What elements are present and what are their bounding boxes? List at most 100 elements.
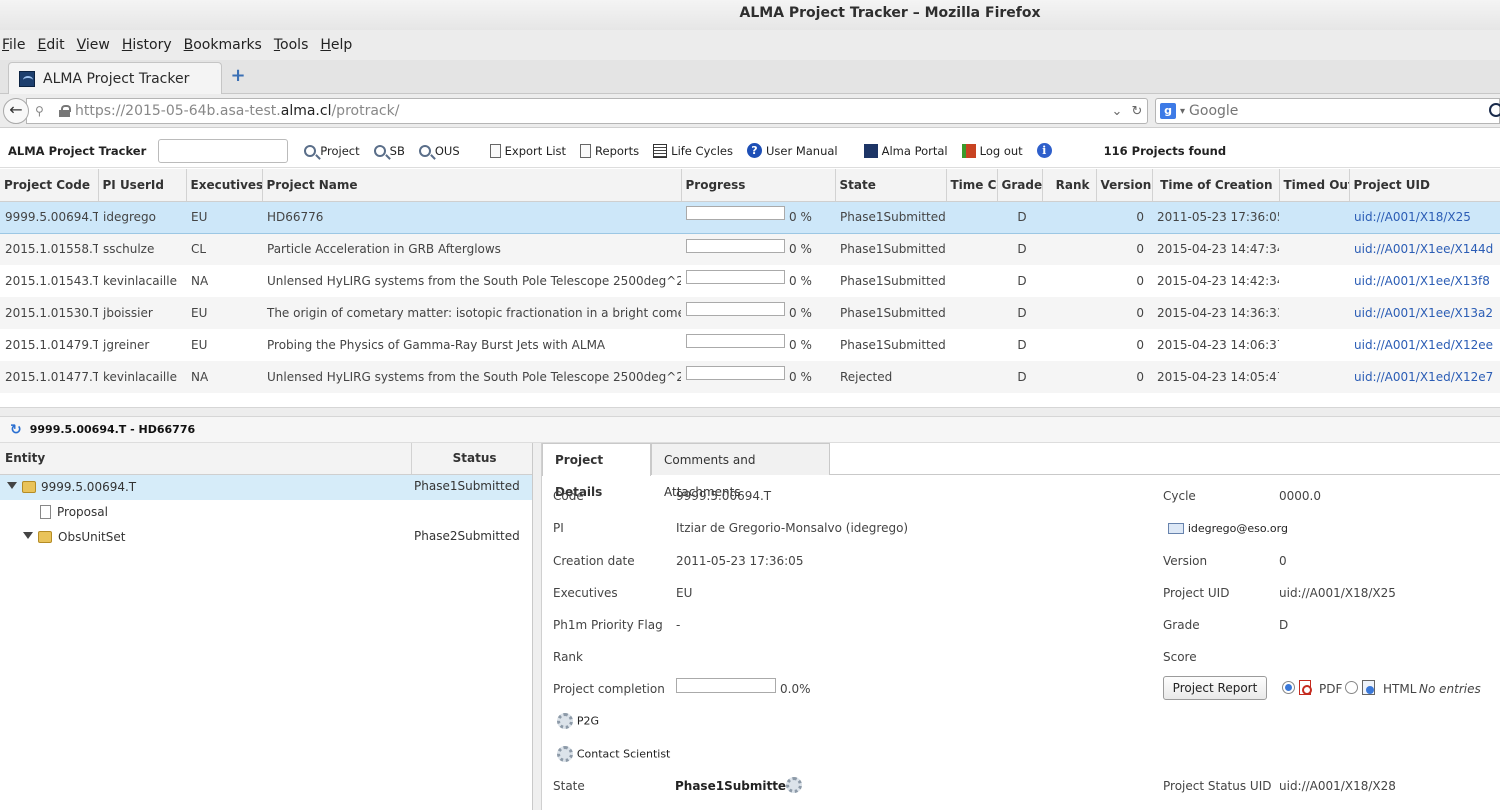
cell-project-uid[interactable]: uid://A001/X1ed/X12ee — [1349, 329, 1500, 361]
progress-bar — [686, 270, 785, 285]
project-details-panel: Project Details Comments and Attachments… — [541, 443, 1500, 810]
col-project-uid[interactable]: Project UID — [1349, 169, 1500, 202]
cell-progress: 0 % — [681, 265, 835, 297]
html-icon — [1362, 680, 1375, 695]
pdf-radio[interactable] — [1282, 681, 1295, 694]
cell-pi-userid: idegrego — [98, 201, 186, 234]
new-tab-plus-icon[interactable]: + — [228, 66, 248, 86]
quick-search-input[interactable] — [158, 138, 289, 163]
table-row[interactable]: 2015.1.01543.T kevinlacaille NA Unlensed Hy… — [0, 265, 1500, 297]
ph1m-priority-value: - — [676, 618, 681, 632]
col-executives[interactable]: Executives — [186, 169, 263, 202]
alma-portal-button[interactable]: Alma Portal — [863, 143, 948, 158]
refresh-icon[interactable]: ↻ — [10, 422, 22, 438]
col-progress[interactable]: Progress — [681, 169, 836, 202]
tree-item-obsunitset[interactable]: ObsUnitSet Phase2Submitted — [0, 525, 532, 550]
progress-bar — [686, 302, 785, 317]
tree-item-project[interactable]: 9999.5.00694.T Phase1Submitted — [0, 475, 532, 500]
search-ous-button[interactable]: OUS — [418, 144, 460, 158]
export-list-button[interactable]: Export List — [489, 143, 566, 158]
search-icon — [304, 144, 317, 157]
search-icon[interactable] — [1489, 103, 1500, 117]
reload-icon[interactable]: ↻ — [1127, 104, 1147, 119]
cell-project-uid[interactable]: uid://A001/X1ed/X12e7 — [1349, 361, 1500, 393]
col-time-of-creation[interactable]: Time of Creation — [1152, 169, 1280, 202]
cell-project-uid[interactable]: uid://A001/X1ee/X13f8 — [1349, 265, 1500, 297]
cell-project-code: 2015.1.01530.T — [0, 297, 98, 329]
cell-rank — [1042, 265, 1096, 297]
col-grade[interactable]: Grade — [997, 169, 1043, 202]
search-sb-button[interactable]: SB — [373, 144, 405, 158]
logout-button[interactable]: Log out — [961, 143, 1023, 158]
alma-favicon-icon — [19, 70, 35, 87]
progress-bar — [686, 238, 785, 253]
col-project-name[interactable]: Project Name — [262, 169, 682, 202]
life-cycles-button[interactable]: Life Cycles — [653, 143, 733, 158]
document-icon — [40, 505, 51, 519]
expand-triangle-icon[interactable] — [23, 532, 33, 539]
menu-tools[interactable]: Tools — [274, 37, 315, 53]
pi-email-link[interactable]: idegrego@eso.org — [1168, 521, 1288, 535]
tab-comments-attachments[interactable]: Comments and Attachments — [651, 443, 830, 499]
state-gear-button[interactable] — [786, 777, 802, 793]
table-row[interactable]: 9999.5.00694.T idegrego EU HD66776 0 % Phase1… — [0, 201, 1500, 234]
tab-project-details[interactable]: Project Details — [542, 443, 651, 499]
contact-scientist-link[interactable]: Contact Scientist — [557, 746, 670, 762]
horizontal-splitter[interactable] — [0, 407, 1500, 417]
menu-bookmarks[interactable]: Bookmarks — [184, 37, 268, 53]
html-radio[interactable] — [1345, 681, 1358, 694]
site-identity-icon[interactable]: ⚲ — [35, 104, 53, 118]
grade-label: Grade — [1163, 618, 1200, 632]
cell-project-uid[interactable]: uid://A001/X1ee/X13a2 — [1349, 297, 1500, 329]
url-dropdown-icon[interactable]: ⌄ — [1107, 104, 1127, 119]
url-text[interactable]: https://2015-05-64b.asa-test.alma.cl/pro… — [75, 103, 1107, 119]
expand-triangle-icon[interactable] — [7, 482, 17, 489]
col-version[interactable]: Version — [1096, 169, 1153, 202]
progress-value: 0 % — [789, 209, 812, 224]
projects-found-count: 116 Projects found — [1103, 143, 1227, 158]
table-row[interactable]: 2015.1.01558.T sschulze CL Particle Acceler… — [0, 233, 1500, 265]
cell-project-code: 2015.1.01479.T — [5, 338, 98, 352]
col-time-co[interactable]: Time Co — [946, 169, 998, 202]
table-row[interactable]: 2015.1.01530.T jboissier EU The origin of c… — [0, 297, 1500, 329]
col-project-code[interactable]: Project Code — [0, 169, 99, 202]
info-button[interactable]: i — [1036, 143, 1056, 158]
table-row[interactable]: 2015.1.01477.T kevinlacaille NA Unlensed Hy… — [0, 361, 1500, 393]
user-manual-button[interactable]: ? User Manual — [746, 143, 838, 158]
url-bar[interactable]: ⚲ https://2015-05-64b.asa-test.alma.cl/p… — [26, 98, 1148, 124]
search-project-button[interactable]: Project — [304, 144, 360, 158]
entity-tree-header: Entity Status — [0, 443, 532, 475]
col-state[interactable]: State — [835, 169, 947, 202]
col-status[interactable]: Status — [412, 443, 532, 474]
tab-title: ALMA Project Tracker — [43, 70, 190, 87]
col-timed-out[interactable]: Timed Out — [1279, 169, 1350, 202]
cell-project-uid[interactable]: uid://A001/X18/X25 — [1349, 201, 1500, 234]
table-row[interactable]: 2015.1.01479.T jgreiner EU Probing the Phys… — [0, 329, 1500, 361]
reports-button[interactable]: Reports — [580, 143, 639, 158]
back-button[interactable]: ← — [3, 98, 29, 124]
google-icon[interactable]: g — [1160, 103, 1176, 119]
envelope-icon — [1168, 523, 1184, 534]
menu-history[interactable]: History — [122, 37, 178, 53]
cell-timed-out — [1279, 361, 1349, 393]
col-pi-userid[interactable]: PI UserId — [98, 169, 187, 202]
tree-item-proposal[interactable]: Proposal — [0, 500, 532, 525]
menu-file[interactable]: File — [2, 37, 31, 53]
search-engine-dropdown-icon[interactable]: ▾ — [1180, 106, 1185, 117]
cell-project-code: 9999.5.00694.T — [0, 201, 98, 234]
menu-view[interactable]: View — [77, 37, 116, 53]
cell-project-name: Unlensed HyLIRG systems from the South P… — [262, 361, 681, 393]
folder-icon — [38, 531, 52, 543]
col-entity[interactable]: Entity — [0, 443, 413, 474]
search-bar[interactable]: g ▾ — [1155, 98, 1500, 124]
cell-project-uid[interactable]: uid://A001/X1ee/X144d — [1349, 233, 1500, 265]
menu-help[interactable]: Help — [320, 37, 358, 53]
search-input[interactable] — [1189, 103, 1470, 119]
browser-tab[interactable]: ALMA Project Tracker — [8, 62, 222, 94]
vertical-splitter[interactable] — [533, 443, 541, 810]
project-report-button[interactable]: Project Report — [1163, 676, 1267, 700]
cell-timed-out — [1279, 201, 1349, 234]
p2g-link[interactable]: P2G — [557, 713, 599, 729]
col-rank[interactable]: Rank — [1042, 169, 1097, 202]
menu-edit[interactable]: Edit — [37, 37, 70, 53]
